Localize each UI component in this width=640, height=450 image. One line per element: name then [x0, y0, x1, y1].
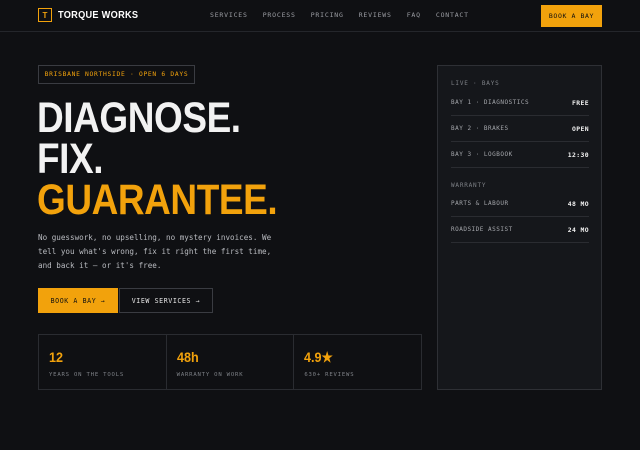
warranty-row: PARTS & LABOUR 48 MO — [451, 191, 589, 217]
book-a-bay-button[interactable]: BOOK A BAY → — [38, 288, 118, 313]
stat-value: 48h — [176, 349, 199, 365]
stat-reviews: 4.9★ 630+ REVIEWS — [294, 335, 421, 389]
main-nav: SERVICES PROCESS PRICING REVIEWS FAQ CON… — [210, 11, 484, 19]
view-services-button[interactable]: VIEW SERVICES → — [119, 288, 213, 313]
hero-headline: DIAGNOSE. FIX. GUARANTEE. — [37, 94, 278, 224]
live-bays-heading: LIVE · BAYS — [451, 80, 500, 87]
bay-label: BAY 1 · DIAGNOSTICS — [451, 99, 530, 106]
bay-status: OPEN — [572, 124, 589, 133]
headline-line-2: FIX. — [37, 135, 104, 183]
bay-row: BAY 3 · LOGBOOK 12:30 — [451, 142, 589, 168]
stat-label: WARRANTY ON WORK — [176, 372, 244, 378]
warranty-label: ROADSIDE ASSIST — [451, 226, 513, 233]
brand-logo[interactable]: T TORQUE WORKS — [38, 8, 145, 22]
nav-link-reviews[interactable]: REVIEWS — [359, 11, 392, 19]
book-a-bay-header-button[interactable]: BOOK A BAY — [541, 5, 602, 27]
warranty-label: PARTS & LABOUR — [451, 200, 509, 207]
warranty-value: 48 MO — [567, 199, 589, 208]
bay-label: BAY 3 · LOGBOOK — [451, 151, 513, 158]
warranty-row: ROADSIDE ASSIST 24 MO — [451, 217, 589, 243]
location-badge: BRISBANE NORTHSIDE · OPEN 6 DAYS — [38, 65, 195, 84]
top-navigation-bar: T TORQUE WORKS SERVICES PROCESS PRICING … — [0, 0, 640, 32]
stat-label: 630+ REVIEWS — [304, 372, 355, 378]
warranty-value: 24 MO — [567, 225, 589, 234]
headline-line-3: GUARANTEE. — [37, 176, 278, 224]
logo-mark-icon: T — [38, 8, 52, 22]
live-bays-panel: LIVE · BAYS BAY 1 · DIAGNOSTICS FREE BAY… — [437, 65, 602, 390]
warranty-heading: WARRANTY — [451, 182, 487, 189]
stat-warranty: 48h WARRANTY ON WORK — [167, 335, 295, 389]
bay-row: BAY 1 · DIAGNOSTICS FREE — [451, 90, 589, 116]
stat-years: 12 YEARS ON THE TOOLS — [39, 335, 167, 389]
stat-value: 4.9★ — [304, 349, 334, 365]
stat-label: YEARS ON THE TOOLS — [49, 372, 125, 378]
nav-link-services[interactable]: SERVICES — [210, 11, 248, 19]
brand-name: TORQUE WORKS — [58, 9, 139, 21]
nav-link-pricing[interactable]: PRICING — [311, 11, 344, 19]
stats-strip: 12 YEARS ON THE TOOLS 48h WARRANTY ON WO… — [38, 334, 422, 390]
bay-row: BAY 2 · BRAKES OPEN — [451, 116, 589, 142]
hero-description: No guesswork, no upselling, no mystery i… — [38, 233, 272, 270]
nav-link-process[interactable]: PROCESS — [263, 11, 296, 19]
bay-status: FREE — [572, 98, 589, 107]
headline-line-1: DIAGNOSE. — [37, 94, 241, 142]
nav-link-faq[interactable]: FAQ — [407, 11, 421, 19]
nav-link-contact[interactable]: CONTACT — [436, 11, 469, 19]
bay-label: BAY 2 · BRAKES — [451, 125, 509, 132]
bay-status: 12:30 — [567, 150, 589, 159]
stat-value: 12 — [49, 349, 64, 365]
